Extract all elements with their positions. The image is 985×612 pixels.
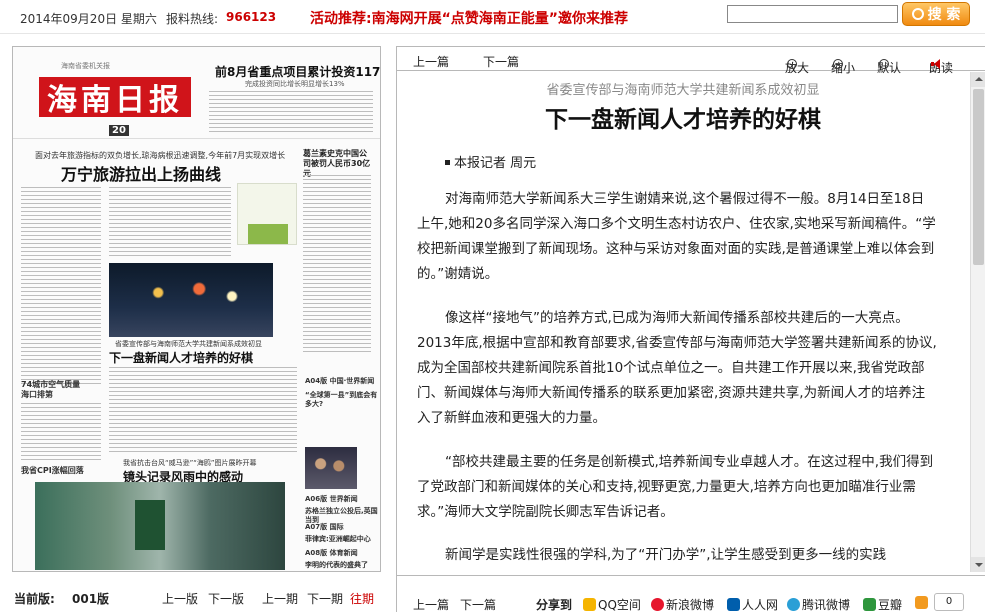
article-paragraph: 像这样“接地气”的培养方式,已成为海师大新闻传播系部校共建后的一大亮点。2013… [417, 310, 937, 426]
hotline-label: 报料热线: [166, 12, 219, 26]
share-qzone[interactable]: QQ空间 [583, 596, 641, 612]
promo-link[interactable]: 活动推荐:南海网开展“点赞海南正能量”邀你来推荐 [310, 8, 628, 28]
article-scrollbar[interactable] [970, 72, 985, 572]
article-toolbar: 上一篇 下一篇 放大 缩小 默认 朗读 [397, 47, 985, 75]
scroll-up-arrow-icon[interactable] [971, 72, 985, 87]
chart-bar [248, 224, 288, 244]
article-byline: 本报记者 周元 [445, 152, 536, 171]
text-block [21, 403, 101, 461]
article-paragraph: 对海南师范大学新闻系大三学生谢婧来说,这个暑假过得不一般。8月14日至18日上午… [417, 191, 936, 282]
speaker-icon [931, 59, 943, 69]
page-navigation: 当前版: 001版 上一版 下一版 上一期 下一期 往期 [14, 590, 384, 606]
text-block [109, 367, 297, 453]
text-block [109, 187, 231, 259]
current-page-value: 001版 [72, 592, 110, 606]
current-page-label: 当前版: [14, 592, 55, 606]
share-tencent-weibo[interactable]: 腾讯微博 [787, 596, 850, 612]
share-count-badge: 0 [934, 593, 964, 611]
search-input[interactable] [727, 5, 898, 23]
index-item[interactable]: 李明的代表的盛典了 [305, 561, 368, 570]
index-item[interactable]: A07版 国际 [305, 523, 344, 532]
article-content: 省委宣传部与海南师范大学共建新闻系成效初显 下一盘新闻人才培养的好棋 本报记者 … [397, 72, 969, 572]
index-item[interactable]: A04版 中国·世界新闻 [305, 377, 374, 386]
index-item[interactable]: “全球第一县”到底会有多大? [305, 391, 380, 409]
story-headline[interactable]: 下一盘新闻人才培养的好棋 [109, 349, 253, 366]
share-douban-label: 豆瓣 [878, 598, 903, 612]
plus-circle-icon [787, 59, 797, 69]
article-subtitle: 省委宣传部与海南师范大学共建新闻系成效初显 [546, 83, 820, 98]
share-weibo-label: 新浪微博 [666, 598, 715, 612]
index-item[interactable]: A06版 世界新闻 [305, 495, 358, 504]
story-headline[interactable]: 万宁旅游拉出上扬曲线 [61, 161, 221, 185]
article-paragraph: 新闻学是实践性很强的学科,为了“开门办学”,让学生感受到更多一线的实践 [445, 547, 887, 563]
share-label: 分享到 [536, 598, 573, 612]
story-kicker: 省委宣传部与海南师范大学共建新闻系成效初显 [115, 340, 262, 348]
index-item[interactable]: 菲律宾:亚洲崛起中心 [305, 535, 371, 544]
index-item[interactable]: A08版 体育新闻 [305, 549, 358, 558]
tencent-weibo-icon [787, 598, 800, 611]
share-more[interactable] [915, 596, 930, 610]
square-bullet-icon [445, 160, 450, 165]
share-tencent-label: 腾讯微博 [802, 598, 851, 612]
article-panel: 上一篇 下一篇 放大 缩小 默认 朗读 省委宣传部与海南师范大学共建新闻系成效初… [396, 46, 985, 612]
share-qzone-label: QQ空间 [598, 598, 641, 612]
share-douban[interactable]: 豆瓣 [863, 596, 902, 612]
fireworks-photo [109, 263, 273, 337]
article-title: 下一盘新闻人才培养的好棋 [545, 106, 821, 133]
flood-photo [35, 482, 285, 570]
story-kicker: 我省抗击台风“威马逊”“海鸥”图片展昨开幕 [123, 459, 257, 467]
renren-icon [727, 598, 740, 611]
article-paragraph: “部校共建最主要的任务是创新模式,培养新闻专业卓越人才。在这过程中,我们得到了党… [417, 454, 934, 520]
share-renren[interactable]: 人人网 [727, 596, 778, 612]
qzone-icon [583, 598, 596, 611]
date-text: 2014年09月20日 星期六 [20, 12, 157, 26]
newspaper-header: 海南省委机关报 海南日报 20 前8月省重点项目累计投资1176.7亿 完成投资… [13, 47, 380, 139]
search-button-label: 搜 索 [927, 7, 961, 23]
next-article-link[interactable]: 下一篇 [460, 596, 496, 612]
search-button[interactable]: 搜 索 [902, 2, 970, 26]
story-kicker: 面对去年旅游指标的双负增长,琼海病根迅速调整,今年前7月实现双增长 [35, 151, 286, 160]
next-page-link[interactable]: 下一版 [208, 590, 244, 607]
next-article-link[interactable]: 下一篇 [483, 53, 519, 70]
next-issue-link[interactable]: 下一期 [307, 590, 343, 607]
text-block [209, 91, 373, 135]
more-share-icon [915, 596, 928, 609]
search-icon [911, 8, 924, 20]
newspaper-headline-top[interactable]: 前8月省重点项目累计投资1176.7亿 [215, 63, 380, 80]
text-block [303, 175, 371, 355]
douban-icon [863, 598, 876, 611]
scroll-down-arrow-icon[interactable] [971, 557, 985, 572]
newspaper-chart-graphic [237, 183, 297, 245]
prev-article-link[interactable]: 上一篇 [413, 53, 449, 70]
share-weibo[interactable]: 新浪微博 [651, 596, 714, 612]
archive-link[interactable]: 往期 [350, 590, 374, 607]
weibo-icon [651, 598, 664, 611]
scrollbar-thumb[interactable] [973, 89, 984, 265]
minus-circle-icon [833, 59, 843, 69]
newspaper-masthead: 海南日报 [39, 77, 191, 118]
newspaper-page-image[interactable]: 海南省委机关报 海南日报 20 前8月省重点项目累计投资1176.7亿 完成投资… [12, 46, 381, 572]
prev-page-link[interactable]: 上一版 [162, 590, 198, 607]
share-renren-label: 人人网 [742, 598, 779, 612]
prev-issue-link[interactable]: 上一期 [262, 590, 298, 607]
hotline-number: 966123 [226, 10, 277, 24]
byline-text: 本报记者 周元 [454, 156, 537, 171]
cpi-story-headline[interactable]: 我省CPI涨幅回落 [21, 465, 84, 476]
masthead-small-text: 海南省委机关报 [61, 62, 110, 70]
text-block [21, 187, 101, 387]
prev-article-link[interactable]: 上一篇 [413, 596, 449, 612]
circle-icon [879, 59, 889, 69]
article-footer: 上一篇 下一篇 分享到 QQ空间 新浪微博 人人网 腾讯微博 豆瓣 0 [397, 575, 985, 612]
people-photo [305, 447, 357, 489]
left-story-headline[interactable]: 74城市空气质量海口排第 [21, 380, 81, 400]
top-bar: 2014年09月20日 星期六 报料热线: 966123 活动推荐:南海网开展“… [0, 0, 985, 34]
newspaper-subhead-top: 完成投资同比增长明显增长13% [245, 80, 345, 88]
newspaper-page-number: 20 [109, 125, 129, 136]
